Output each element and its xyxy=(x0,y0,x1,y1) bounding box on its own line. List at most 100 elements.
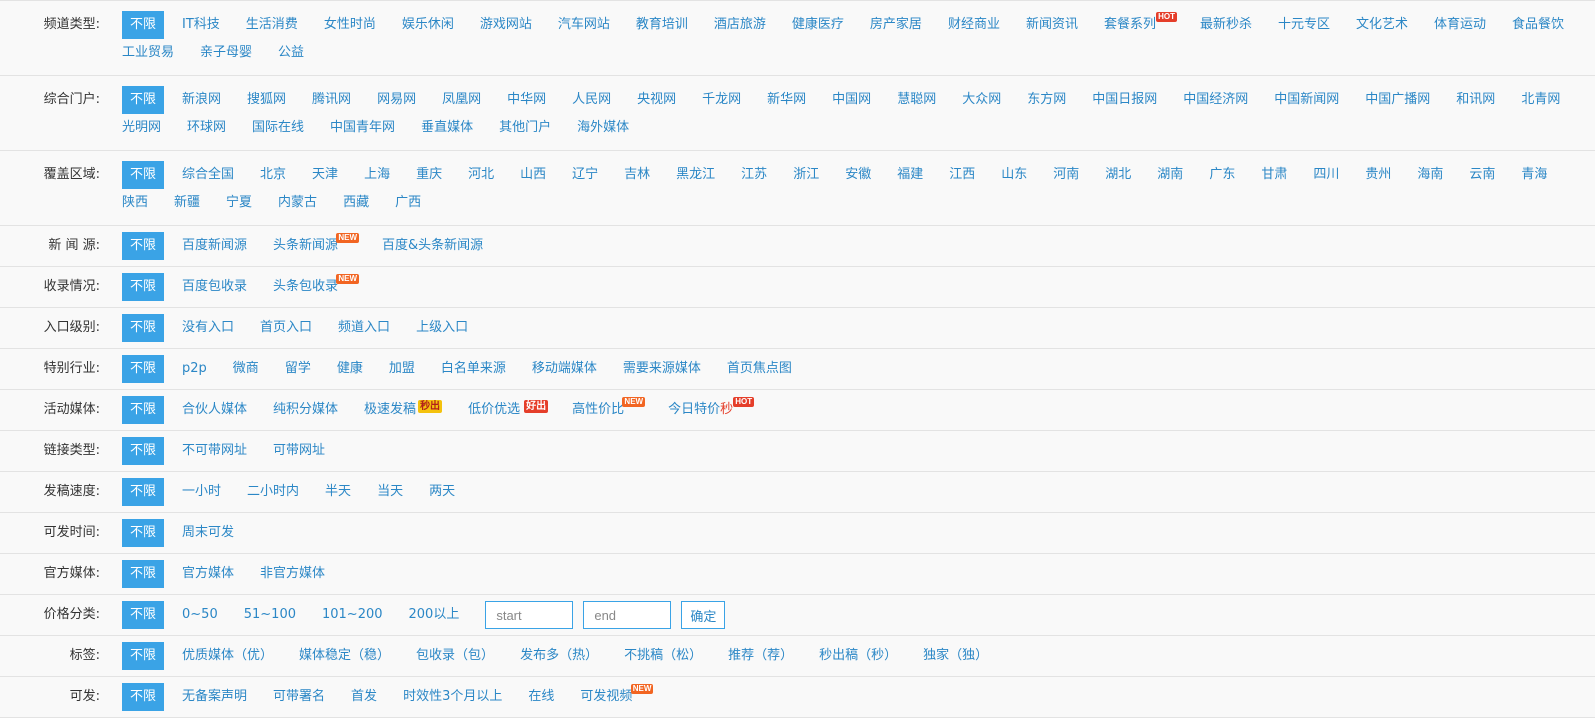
filter-option[interactable]: 江西 xyxy=(949,161,975,189)
filter-option[interactable]: 官方媒体 xyxy=(182,560,234,588)
filter-option[interactable]: 两天 xyxy=(429,478,455,506)
filter-option[interactable]: 人民网 xyxy=(572,86,611,114)
filter-option[interactable]: 光明网 xyxy=(122,114,161,142)
filter-option[interactable]: 山东 xyxy=(1001,161,1027,189)
filter-option[interactable]: IT科技 xyxy=(182,11,220,39)
filter-option[interactable]: 没有入口 xyxy=(182,314,234,342)
filter-option[interactable]: 垂直媒体 xyxy=(421,114,473,142)
filter-option[interactable]: 秒出稿（秒） xyxy=(819,642,897,670)
filter-option[interactable]: 大众网 xyxy=(962,86,1001,114)
filter-option[interactable]: 上级入口 xyxy=(416,314,468,342)
filter-option[interactable]: p2p xyxy=(182,355,207,383)
filter-option[interactable]: 央视网 xyxy=(637,86,676,114)
filter-option-all[interactable]: 不限 xyxy=(122,232,165,260)
filter-option[interactable]: 青海 xyxy=(1521,161,1547,189)
filter-option[interactable]: 新浪网 xyxy=(182,86,221,114)
filter-option-all[interactable]: 不限 xyxy=(122,273,165,301)
filter-option[interactable]: 女性时尚 xyxy=(324,11,376,39)
filter-option[interactable]: 东方网 xyxy=(1027,86,1066,114)
filter-option[interactable]: 西藏 xyxy=(343,189,369,217)
filter-option[interactable]: 酒店旅游 xyxy=(714,11,766,39)
filter-option[interactable]: 百度新闻源 xyxy=(182,232,247,260)
filter-option[interactable]: 搜狐网 xyxy=(247,86,286,114)
filter-option[interactable]: 51~100 xyxy=(244,601,296,629)
filter-option[interactable]: 浙江 xyxy=(793,161,819,189)
filter-option[interactable]: 其他门户 xyxy=(499,114,551,142)
filter-option[interactable]: 北青网 xyxy=(1521,86,1560,114)
filter-option[interactable]: 移动端媒体 xyxy=(532,355,597,383)
filter-option[interactable]: 宁夏 xyxy=(226,189,252,217)
filter-option[interactable]: 天津 xyxy=(312,161,338,189)
filter-option[interactable]: 需要来源媒体 xyxy=(623,355,701,383)
filter-option[interactable]: 工业贸易 xyxy=(122,39,174,67)
filter-option[interactable]: 中国日报网 xyxy=(1092,86,1157,114)
filter-option[interactable]: 不可带网址 xyxy=(182,437,247,465)
filter-option[interactable]: 纯积分媒体 xyxy=(273,396,338,424)
filter-option[interactable]: 媒体稳定（稳） xyxy=(299,642,390,670)
filter-option[interactable]: 国际在线 xyxy=(252,114,304,142)
filter-option[interactable]: 独家（独） xyxy=(923,642,988,670)
filter-option[interactable]: 头条新闻源 NEW xyxy=(273,232,360,260)
filter-option[interactable]: 慧聪网 xyxy=(897,86,936,114)
filter-option[interactable]: 中华网 xyxy=(507,86,546,114)
filter-option[interactable]: 食品餐饮 xyxy=(1512,11,1564,39)
filter-option[interactable]: 和讯网 xyxy=(1456,86,1495,114)
price-end-input[interactable] xyxy=(583,601,672,629)
filter-option[interactable]: 低价优选 好出 xyxy=(468,396,549,424)
filter-option[interactable]: 今日特价秒 HOT xyxy=(668,396,755,424)
filter-option[interactable]: 可发视频 NEW xyxy=(580,683,654,711)
filter-option[interactable]: 百度包收录 xyxy=(182,273,247,301)
filter-option[interactable]: 在线 xyxy=(528,683,554,711)
filter-option[interactable]: 套餐系列 HOT xyxy=(1104,11,1177,39)
filter-option[interactable]: 101~200 xyxy=(322,601,383,629)
filter-option[interactable]: 北京 xyxy=(260,161,286,189)
filter-option[interactable]: 江苏 xyxy=(741,161,767,189)
filter-option[interactable]: 二小时内 xyxy=(247,478,299,506)
filter-option[interactable]: 中国经济网 xyxy=(1183,86,1248,114)
filter-option[interactable]: 头条包收录 NEW xyxy=(273,273,360,301)
filter-option[interactable]: 娱乐休闲 xyxy=(402,11,454,39)
filter-option[interactable]: 发布多（热） xyxy=(520,642,598,670)
filter-option[interactable]: 体育运动 xyxy=(1434,11,1486,39)
price-start-input[interactable] xyxy=(485,601,574,629)
filter-option[interactable]: 云南 xyxy=(1469,161,1495,189)
filter-option[interactable]: 广西 xyxy=(395,189,421,217)
filter-option[interactable]: 首发 xyxy=(351,683,377,711)
filter-option[interactable]: 重庆 xyxy=(416,161,442,189)
filter-option[interactable]: 凤凰网 xyxy=(442,86,481,114)
filter-option[interactable]: 可带署名 xyxy=(273,683,325,711)
filter-option[interactable]: 新华网 xyxy=(767,86,806,114)
filter-option[interactable]: 黑龙江 xyxy=(676,161,715,189)
filter-option[interactable]: 时效性3个月以上 xyxy=(403,683,502,711)
filter-option[interactable]: 频道入口 xyxy=(338,314,390,342)
filter-option[interactable]: 中国广播网 xyxy=(1365,86,1430,114)
filter-option[interactable]: 上海 xyxy=(364,161,390,189)
filter-option[interactable]: 网易网 xyxy=(377,86,416,114)
filter-option-all[interactable]: 不限 xyxy=(122,478,165,506)
filter-option[interactable]: 不挑稿（松） xyxy=(624,642,702,670)
filter-option[interactable]: 首页焦点图 xyxy=(727,355,792,383)
filter-option[interactable]: 健康 xyxy=(337,355,363,383)
filter-option[interactable]: 公益 xyxy=(278,39,304,67)
filter-option-all[interactable]: 不限 xyxy=(122,437,165,465)
filter-option-all[interactable]: 不限 xyxy=(122,314,165,342)
filter-option[interactable]: 新闻资讯 xyxy=(1026,11,1078,39)
filter-option[interactable]: 湖北 xyxy=(1105,161,1131,189)
filter-option[interactable]: 环球网 xyxy=(187,114,226,142)
filter-option[interactable]: 陕西 xyxy=(122,189,148,217)
filter-option[interactable]: 非官方媒体 xyxy=(260,560,325,588)
filter-option[interactable]: 安徽 xyxy=(845,161,871,189)
filter-option[interactable]: 亲子母婴 xyxy=(200,39,252,67)
filter-option-all[interactable]: 不限 xyxy=(122,683,165,711)
filter-option[interactable]: 房产家居 xyxy=(870,11,922,39)
filter-option-all[interactable]: 不限 xyxy=(122,519,165,547)
filter-option[interactable]: 综合全国 xyxy=(182,161,234,189)
filter-option[interactable]: 湖南 xyxy=(1157,161,1183,189)
filter-option[interactable]: 一小时 xyxy=(182,478,221,506)
filter-option[interactable]: 当天 xyxy=(377,478,403,506)
filter-option-all[interactable]: 不限 xyxy=(122,642,165,670)
filter-option[interactable]: 财经商业 xyxy=(948,11,1000,39)
filter-option[interactable]: 中国青年网 xyxy=(330,114,395,142)
filter-option[interactable]: 辽宁 xyxy=(572,161,598,189)
filter-option-all[interactable]: 不限 xyxy=(122,355,165,383)
